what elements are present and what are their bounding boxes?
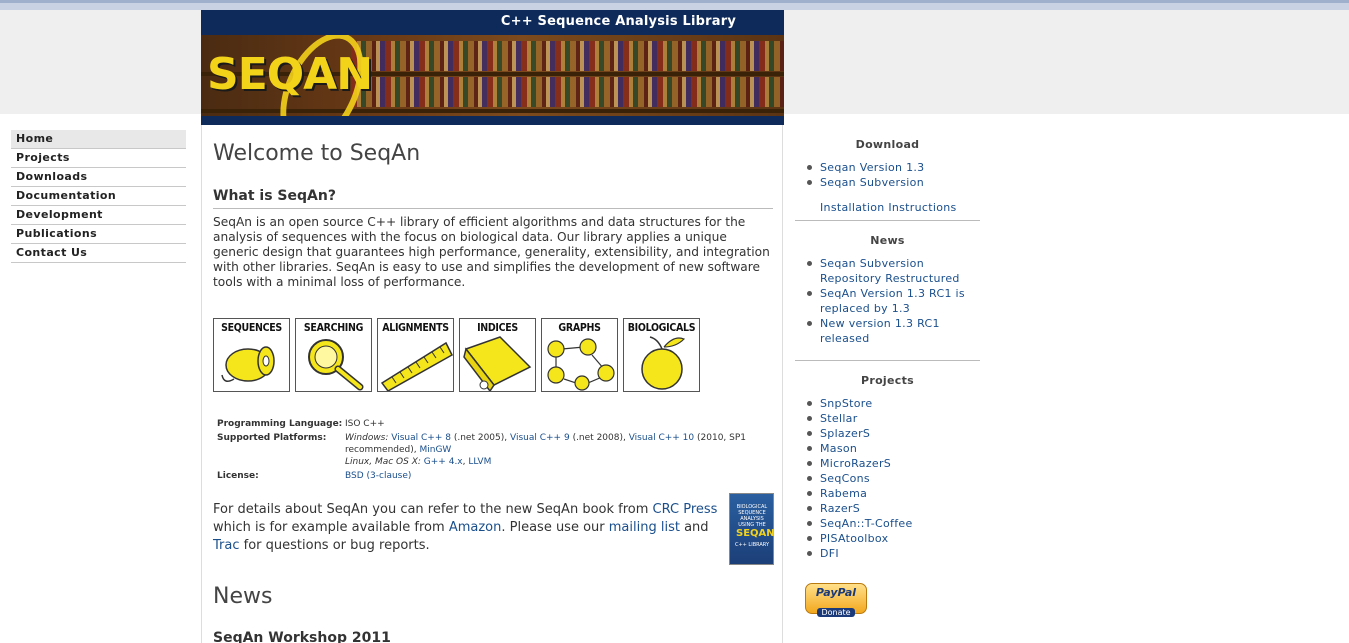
amazon-link[interactable]: Amazon: [449, 520, 502, 535]
details-text: which is for example available from: [213, 520, 449, 535]
book-suffix: C++ LIBRARY: [734, 542, 770, 548]
feature-label: BIOLOGICALS: [627, 322, 696, 334]
project-link[interactable]: MicroRazerS: [820, 457, 891, 470]
feature-label: INDICES: [477, 322, 518, 334]
vc8-link[interactable]: Visual C++ 8: [391, 433, 451, 443]
installation-instructions-link[interactable]: Installation Instructions: [820, 201, 957, 214]
nav-item-projects[interactable]: Projects: [11, 149, 186, 168]
nav-item-development[interactable]: Development: [11, 206, 186, 225]
seqan-book-cover[interactable]: BIOLOGICAL SEQUENCE ANALYSIS USING THE S…: [729, 493, 775, 565]
nav-item-contact-us[interactable]: Contact Us: [11, 244, 186, 263]
news-item-title: SeqAn Workshop 2011: [213, 630, 391, 643]
library-shelves-image: SEQAN: [201, 35, 784, 116]
banner-subtitle: C++ Sequence Analysis Library: [500, 14, 736, 29]
project-link[interactable]: SeqAn::T-Coffee: [820, 517, 913, 530]
news-link[interactable]: Seqan Subversion Repository Restructured: [820, 257, 960, 285]
site-banner: C++ Sequence Analysis Library SEQAN: [201, 10, 784, 125]
windows-label: Windows:: [345, 433, 389, 443]
project-link[interactable]: Rabema: [820, 487, 867, 500]
project-link[interactable]: SeqCons: [820, 472, 870, 485]
project-link[interactable]: SplazerS: [820, 427, 870, 440]
vc8-note: (.net 2005),: [453, 433, 508, 443]
vc10-link[interactable]: Visual C++ 10: [629, 433, 694, 443]
news-heading: News: [213, 584, 273, 609]
download-seqan-subversion[interactable]: Seqan Subversion: [820, 176, 924, 189]
feature-sequences[interactable]: SEQUENCES: [213, 318, 290, 392]
crc-press-link[interactable]: CRC Press: [653, 502, 718, 517]
feature-label: ALIGNMENTS: [382, 322, 449, 334]
nav-item-publications[interactable]: Publications: [11, 225, 186, 244]
book-logo: SEQAN: [736, 528, 775, 539]
details-text: . Please use our: [501, 520, 609, 535]
paypal-donate-button[interactable]: PayPal Donate: [805, 583, 867, 617]
feature-label: SEARCHING: [303, 322, 364, 334]
page-title: Welcome to SeqAn: [213, 141, 421, 166]
news-sidebar-heading: News: [870, 234, 905, 247]
right-sidebar: Download Seqan Version 1.3 Seqan Subvers…: [795, 125, 980, 617]
download-seqan-1-3[interactable]: Seqan Version 1.3: [820, 161, 924, 174]
feature-alignments[interactable]: ALIGNMENTS: [377, 318, 454, 392]
book-index-icon: [463, 336, 532, 391]
details-text: For details about SeqAn you can refer to…: [213, 502, 653, 517]
top-accent-bar: [0, 0, 1349, 10]
vc9-note: (.net 2008),: [572, 433, 626, 443]
main-content: Welcome to SeqAn What is SeqAn? SeqAn is…: [201, 125, 783, 643]
seqan-logo[interactable]: SEQAN: [207, 49, 373, 100]
platforms-value: Windows: Visual C++ 8 (.net 2005), Visua…: [345, 433, 747, 467]
feature-icons: SEQUENCES SEARCHING ALIGNMENTS INDICES G…: [213, 318, 700, 392]
nav-item-downloads[interactable]: Downloads: [11, 168, 186, 187]
details-text: and: [679, 520, 709, 535]
language-key: Programming Language:: [217, 419, 343, 429]
feature-label: GRAPHS: [558, 322, 601, 334]
project-link[interactable]: PISAtoolbox: [820, 532, 888, 545]
feature-graphs[interactable]: GRAPHS: [541, 318, 618, 392]
feature-biologicals[interactable]: BIOLOGICALS: [623, 318, 700, 392]
project-link[interactable]: Mason: [820, 442, 857, 455]
nav-item-documentation[interactable]: Documentation: [11, 187, 186, 206]
apple-icon: [641, 336, 686, 390]
unix-label: Linux, Mac OS X:: [345, 457, 421, 467]
banner-footer-strip: [201, 116, 784, 125]
nav-item-home[interactable]: Home: [11, 130, 186, 149]
gcc-link[interactable]: G++ 4.x: [424, 457, 463, 467]
llvm-link[interactable]: LLVM: [468, 457, 491, 467]
paypal-brand: PayPal: [815, 586, 857, 599]
book-details-paragraph: For details about SeqAn you can refer to…: [213, 501, 721, 555]
section-heading-what-is-seqan: What is SeqAn?: [213, 188, 773, 209]
graph-icon: [547, 338, 615, 391]
feature-label: SEQUENCES: [221, 322, 282, 334]
download-heading: Download: [855, 138, 920, 151]
project-link[interactable]: RazerS: [820, 502, 860, 515]
book-title: BIOLOGICAL SEQUENCE ANALYSIS USING THE: [736, 504, 768, 528]
ruler-icon: [380, 341, 453, 391]
details-text: for questions or bug reports.: [239, 538, 430, 553]
project-info-table: Programming Language: ISO C++ Supported …: [217, 418, 755, 482]
news-link[interactable]: New version 1.3 RC1 released: [820, 317, 940, 345]
spool-icon: [221, 346, 275, 382]
platforms-key: Supported Platforms:: [217, 433, 327, 443]
news-link[interactable]: SeqAn Version 1.3 RC1 is replaced by 1.3: [820, 287, 965, 315]
intro-paragraph: SeqAn is an open source C++ library of e…: [213, 215, 770, 289]
license-link[interactable]: BSD (3-clause): [345, 471, 411, 481]
vc9-link[interactable]: Visual C++ 9: [510, 433, 570, 443]
main-nav: Home Projects Downloads Documentation De…: [11, 130, 186, 263]
bookshelf-row: [351, 77, 784, 107]
mingw-link[interactable]: MinGW: [419, 445, 451, 455]
donate-label: Donate: [817, 608, 855, 617]
magnifier-icon: [308, 339, 364, 391]
license-key: License:: [217, 471, 259, 481]
project-link[interactable]: DFI: [820, 547, 839, 560]
trac-link[interactable]: Trac: [213, 538, 240, 553]
mailing-list-link[interactable]: mailing list: [609, 520, 680, 535]
feature-indices[interactable]: INDICES: [459, 318, 536, 392]
bookshelf-row: [351, 41, 784, 71]
feature-searching[interactable]: SEARCHING: [295, 318, 372, 392]
project-link[interactable]: Stellar: [820, 412, 858, 425]
projects-heading: Projects: [860, 374, 914, 387]
language-value: ISO C++: [345, 419, 385, 429]
project-link[interactable]: SnpStore: [820, 397, 872, 410]
